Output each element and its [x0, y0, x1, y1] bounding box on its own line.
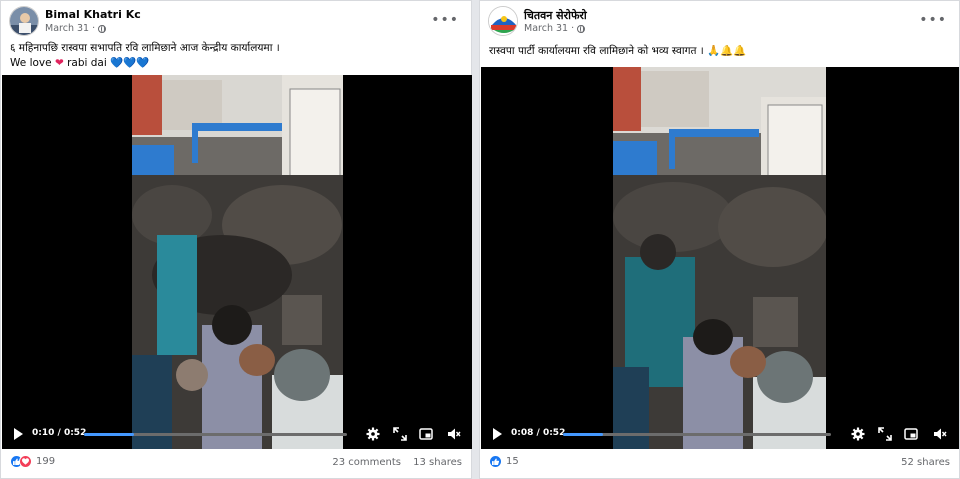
post-meta: March 31 · — [524, 23, 586, 34]
caption-text: रास्वपा पार्टी कार्यालयमा रवि लामिछाने क… — [489, 45, 704, 57]
shares-count[interactable]: 52 shares — [901, 457, 950, 468]
video-time: 0:10 / 0:52 — [32, 428, 87, 438]
engagement-stats: 52 shares — [892, 457, 950, 468]
engagement-stats: 23 comments 13 shares — [323, 457, 462, 468]
volume-muted-icon[interactable] — [447, 427, 461, 441]
video-player[interactable]: 0:10 / 0:52 — [2, 75, 472, 449]
video-controls: 0:10 / 0:52 — [2, 419, 472, 449]
facebook-post: चितवन सेरोफेरो March 31 · ••• रास्वपा पा… — [479, 0, 960, 479]
reaction-count[interactable]: 15 — [506, 456, 519, 467]
video-progress-bar[interactable] — [563, 433, 831, 436]
video-progress-fill — [84, 433, 134, 436]
video-progress-fill — [563, 433, 604, 436]
caption-line: We love ❤ rabi dai 💙💙💙 — [10, 56, 280, 71]
caption-line: ६ महिनापछि रास्वपा सभापति रवि लामिछाने आ… — [10, 42, 280, 54]
globe-icon — [577, 24, 586, 33]
more-options-icon[interactable]: ••• — [431, 12, 459, 28]
comments-count[interactable]: 23 comments — [332, 457, 401, 468]
pip-icon[interactable] — [904, 427, 918, 441]
love-icon — [19, 455, 32, 468]
heart-emoji-icon: ❤ — [54, 57, 64, 69]
video-frame — [132, 75, 343, 449]
post-header: चितवन सेरोफेरो March 31 · ••• — [488, 6, 951, 42]
facebook-post: Bimal Khatri Kc March 31 · ••• ६ महिनापछ… — [0, 0, 472, 479]
caption-text: We love — [10, 57, 52, 69]
avatar[interactable] — [9, 6, 39, 36]
bell-emoji-icon: 🔔🔔 — [720, 45, 747, 57]
post-date[interactable]: March 31 — [45, 23, 89, 34]
pip-icon[interactable] — [419, 427, 433, 441]
author-name[interactable]: चितवन सेरोफेरो — [524, 8, 587, 23]
shares-count[interactable]: 13 shares — [413, 457, 462, 468]
post-header: Bimal Khatri Kc March 31 · ••• — [9, 6, 463, 42]
caption-line: रास्वपा पार्टी कार्यालयमा रवि लामिछाने क… — [489, 44, 746, 59]
play-icon[interactable] — [14, 428, 23, 440]
screenshot: Bimal Khatri Kc March 31 · ••• ६ महिनापछ… — [0, 0, 960, 479]
post-footer: 15 52 shares — [489, 452, 950, 472]
volume-muted-icon[interactable] — [933, 427, 947, 441]
more-options-icon[interactable]: ••• — [919, 12, 947, 28]
video-progress-bar[interactable] — [84, 433, 347, 436]
avatar[interactable] — [488, 6, 518, 36]
blue-heart-emoji-icon: 💙💙💙 — [110, 57, 150, 69]
like-icon — [489, 455, 502, 468]
fullscreen-icon[interactable] — [878, 427, 892, 441]
play-icon[interactable] — [493, 428, 502, 440]
folded-hands-emoji-icon: 🙏 — [707, 45, 721, 57]
post-date[interactable]: March 31 — [524, 23, 568, 34]
post-footer: 199 23 comments 13 shares — [10, 452, 462, 472]
video-time: 0:08 / 0:52 — [511, 428, 566, 438]
author-name[interactable]: Bimal Khatri Kc — [45, 8, 141, 21]
fullscreen-icon[interactable] — [393, 427, 407, 441]
reactions-summary[interactable]: 199 — [10, 455, 55, 468]
reaction-count[interactable]: 199 — [36, 456, 55, 467]
post-caption: रास्वपा पार्टी कार्यालयमा रवि लामिछाने क… — [489, 44, 746, 59]
video-frame — [613, 67, 828, 449]
globe-icon — [98, 24, 107, 33]
settings-icon[interactable] — [366, 427, 380, 441]
post-meta: March 31 · — [45, 23, 107, 34]
post-caption: ६ महिनापछि रास्वपा सभापति रवि लामिछाने आ… — [10, 41, 280, 71]
caption-text: rabi dai — [67, 57, 107, 69]
video-player[interactable]: 0:08 / 0:52 — [481, 67, 959, 449]
reactions-summary[interactable]: 15 — [489, 455, 519, 468]
video-controls: 0:08 / 0:52 — [481, 419, 959, 449]
settings-icon[interactable] — [851, 427, 865, 441]
